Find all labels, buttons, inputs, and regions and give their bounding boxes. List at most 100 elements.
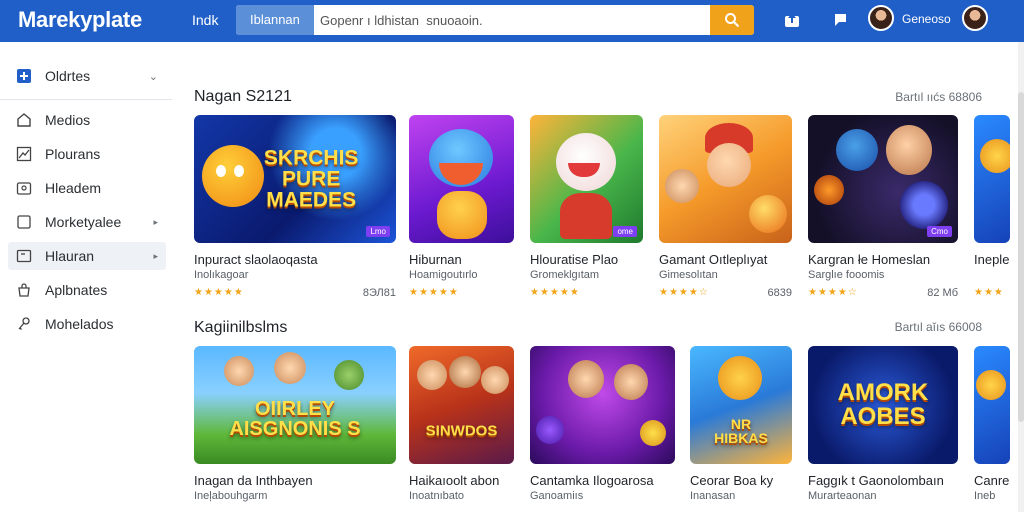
- product-thumbnail[interactable]: SKRCHIS PURE MAEDES Lmo: [194, 115, 396, 243]
- avatar[interactable]: [868, 5, 894, 31]
- product-thumbnail[interactable]: [659, 115, 792, 243]
- product-price: 8ЭЛ81: [362, 287, 396, 299]
- product-title[interactable]: Cantamka Ilogoarosa: [530, 473, 654, 488]
- product-subtitle: Gromeklgıtam: [530, 269, 600, 281]
- sidebar-item-plourans[interactable]: Plourans: [8, 140, 166, 168]
- sidebar-item-label: Hlauran: [45, 248, 95, 264]
- sidebar-item-label: Oldrtes: [45, 68, 91, 84]
- product-thumbnail[interactable]: NR HIBKAS: [690, 346, 792, 464]
- section-see-all-link[interactable]: Bartıl aĭıs 66008: [895, 320, 982, 334]
- rating-stars: ★★★: [974, 287, 1004, 298]
- sidebar-item-hleadem[interactable]: Hleadem: [8, 174, 166, 202]
- chevron-down-icon: ⌄: [148, 70, 158, 83]
- brand-logo[interactable]: Marekyplate: [18, 7, 142, 33]
- product-thumbnail[interactable]: [530, 346, 675, 464]
- sidebar-item-label: Mohelados: [45, 316, 114, 332]
- sidebar-item-label: Morketyalee: [45, 214, 122, 230]
- bag-icon: [18, 283, 30, 297]
- product-subtitle: Ineļabouhgarm: [194, 490, 268, 502]
- product-title[interactable]: Ineple: [974, 252, 1009, 267]
- product-thumbnail[interactable]: SINWDOS: [409, 346, 514, 464]
- product-title[interactable]: Faggık t Gaonolombaın: [808, 473, 944, 488]
- product-subtitle: Hoamigoutırlo: [409, 269, 478, 281]
- product-thumbnail[interactable]: AMORK AOBES: [808, 346, 958, 464]
- product-subtitle: Inoatnıbato: [409, 490, 465, 502]
- product-title[interactable]: Kargran łe Homeslan: [808, 252, 930, 267]
- sidebar-item-hlauran[interactable]: Hlauran ▸: [8, 242, 166, 270]
- product-subtitle: Sarglıe fooomis: [808, 269, 885, 281]
- search-button[interactable]: [710, 5, 754, 35]
- plus-square-icon: [17, 69, 31, 83]
- search-bar: Iblannan: [236, 5, 754, 35]
- search-icon: [725, 13, 740, 28]
- square-icon: [17, 215, 31, 229]
- product-title[interactable]: Inagan da Inthbayen: [194, 473, 313, 488]
- product-title[interactable]: Inpuract slaolaoqasta: [194, 252, 318, 267]
- rating-stars: ★★★★☆: [808, 287, 858, 298]
- people-icon: [16, 182, 32, 195]
- chart-icon: [16, 146, 32, 162]
- sidebar-item-label: Hleadem: [45, 180, 102, 196]
- flag-icon[interactable]: [830, 10, 850, 30]
- search-category-dropdown[interactable]: Iblannan: [236, 5, 314, 35]
- product-thumbnail[interactable]: Cmo: [808, 115, 958, 243]
- product-thumbnail[interactable]: [974, 115, 1010, 243]
- sidebar-item-oldrtes[interactable]: Oldrtes ⌄: [8, 62, 166, 90]
- chevron-right-icon: ▸: [153, 216, 158, 227]
- thumbnail-art-text: NR HIBKAS: [714, 415, 768, 446]
- product-thumbnail[interactable]: [409, 115, 514, 243]
- box-icon: [16, 249, 32, 263]
- rating-stars: ★★★★★: [194, 287, 244, 298]
- product-price: 82 Mб: [927, 287, 958, 299]
- product-thumbnail[interactable]: OIIRLEY AISGNONIS S: [194, 346, 396, 464]
- search-input[interactable]: [320, 5, 708, 35]
- product-subtitle: Murarteaonan: [808, 490, 877, 502]
- product-subtitle: Gimesolıtan: [659, 269, 718, 281]
- sidebar-item-aplbnates[interactable]: Aplbnates: [8, 276, 166, 304]
- product-title[interactable]: Haikaıoolt abon: [409, 473, 499, 488]
- platform-badge: ome: [613, 226, 637, 237]
- avatar-secondary[interactable]: [962, 5, 988, 31]
- rating-stars: ★★★★★: [530, 287, 580, 298]
- product-thumbnail[interactable]: ome: [530, 115, 643, 243]
- product-subtitle: Ganoamiıs: [530, 490, 584, 502]
- product-title[interactable]: Hlouratise Plao: [530, 252, 618, 267]
- sidebar-item-morketyalee[interactable]: Morketyalee ▸: [8, 208, 166, 236]
- section-title: Nagan S2121: [194, 88, 292, 105]
- divider: [0, 99, 172, 100]
- top-bar: Marekyplate Indk Iblannan Geneoso: [0, 0, 1024, 42]
- home-icon: [17, 113, 31, 127]
- section-title: Kagiinilbslms: [194, 319, 288, 336]
- thumbnail-art-text: SINWDOS: [425, 422, 498, 440]
- thumbnail-art-text: OIIRLEY AISGNONIS S: [229, 398, 361, 441]
- sidebar-item-mohelados[interactable]: Mohelados: [8, 310, 166, 338]
- platform-badge: Lmo: [366, 226, 390, 237]
- product-title[interactable]: Canre: [974, 473, 1009, 488]
- rating-stars: ★★★★☆: [659, 287, 709, 298]
- thumbnail-art-text: SKRCHIS PURE MAEDES: [263, 146, 359, 212]
- sidebar-item-medios[interactable]: Medios: [8, 106, 166, 134]
- product-title[interactable]: Hiburnan: [409, 252, 462, 267]
- chevron-right-icon: ▸: [153, 250, 158, 261]
- product-price: 6839: [767, 287, 792, 299]
- rating-stars: ★★★★★: [409, 287, 459, 298]
- product-thumbnail[interactable]: [974, 346, 1010, 464]
- sidebar: Oldrtes ⌄ Medios Plourans Hleadem Morket…: [0, 42, 172, 512]
- product-subtitle: Ineb: [974, 490, 996, 502]
- thumbnail-art-text: AMORK AOBES: [837, 379, 929, 430]
- user-name[interactable]: Geneoso: [902, 12, 951, 26]
- product-title[interactable]: Gamant Oıtleplıyat: [659, 252, 767, 267]
- scrollbar[interactable]: [1018, 42, 1024, 512]
- key-icon: [18, 317, 30, 330]
- product-subtitle: Inanasan: [690, 490, 736, 502]
- sidebar-item-label: Medios: [45, 112, 91, 128]
- upload-icon[interactable]: [782, 10, 802, 30]
- product-title[interactable]: Ceorar Boa ky: [690, 473, 773, 488]
- sidebar-item-label: Plourans: [45, 146, 101, 162]
- sidebar-item-label: Aplbnates: [45, 282, 108, 298]
- scrollbar-thumb[interactable]: [1018, 92, 1024, 422]
- section-see-all-link[interactable]: Bartıl ııćs 68806: [895, 90, 982, 104]
- platform-badge: Cmo: [927, 226, 952, 237]
- header-link[interactable]: Indk: [192, 12, 218, 28]
- product-subtitle: Inolıkagoar: [194, 269, 249, 281]
